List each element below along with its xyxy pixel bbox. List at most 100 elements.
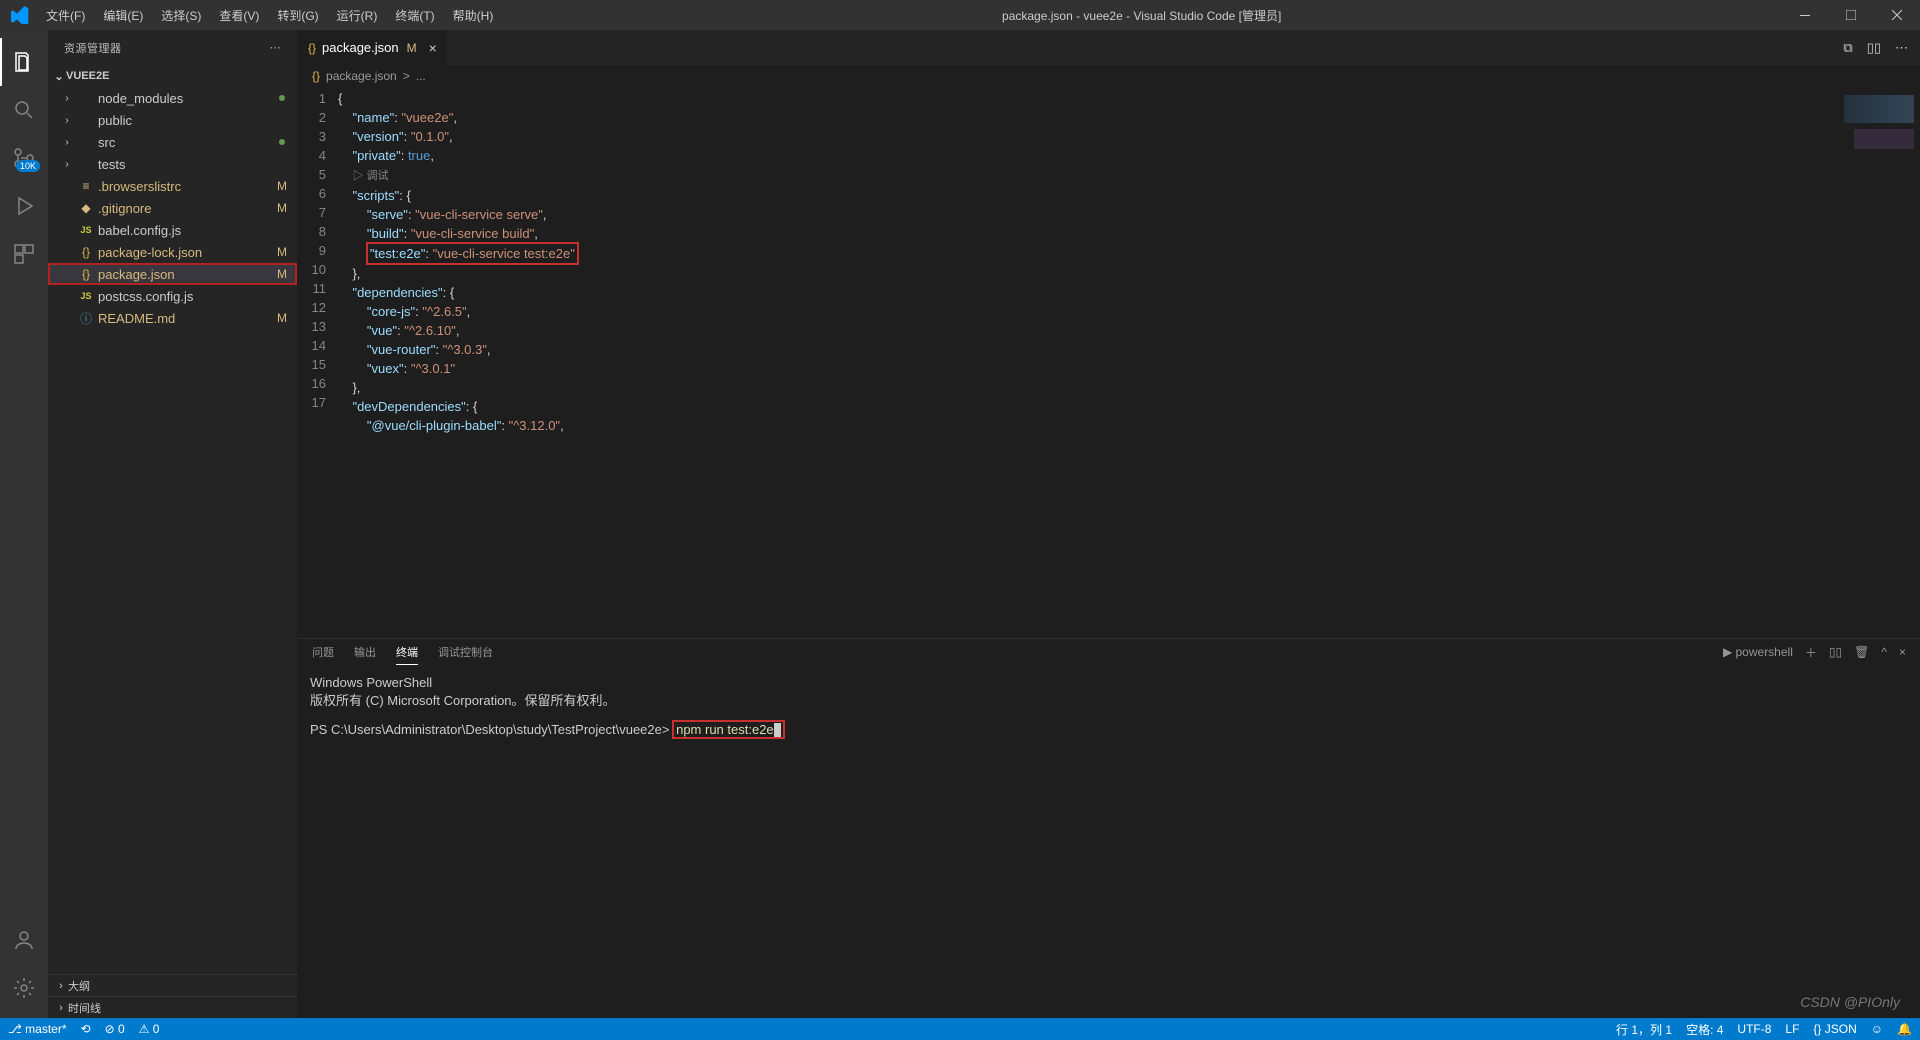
outline-section[interactable]: ›大纲 — [48, 974, 297, 996]
panel-tab-output[interactable]: 输出 — [354, 644, 376, 664]
tree-item-label: package.json — [98, 267, 297, 282]
folder-name: VUEE2E — [66, 70, 109, 82]
folder-header[interactable]: ⌄ VUEE2E — [48, 65, 297, 87]
tree-folder[interactable]: ›public — [48, 109, 297, 131]
status-warnings[interactable]: ⚠ 0 — [139, 1022, 160, 1036]
status-errors[interactable]: ⊘ 0 — [105, 1022, 125, 1036]
tree-file[interactable]: JSpostcss.config.js — [48, 285, 297, 307]
main-area: 10K 资源管理器 ⋯ ⌄ VUEE2E ›node_modu — [0, 30, 1920, 1018]
terminal[interactable]: Windows PowerShell 版权所有 (C) Microsoft Co… — [298, 669, 1920, 1018]
status-eol[interactable]: LF — [1785, 1022, 1799, 1036]
tree-folder[interactable]: ›node_modules — [48, 87, 297, 109]
titlebar: 文件(F) 编辑(E) 选择(S) 查看(V) 转到(G) 运行(R) 终端(T… — [0, 0, 1920, 30]
editor[interactable]: 1234567891011121314151617 { "name": "vue… — [298, 87, 1920, 638]
file-tree: ›node_modules›public›src›tests ≡ .browsers… — [48, 87, 297, 974]
menu-go[interactable]: 转到(G) — [269, 3, 326, 28]
file-icon: ⓘ — [78, 310, 94, 327]
line-gutter: 1234567891011121314151617 — [298, 87, 338, 638]
terminal-command-highlight: npm run test:e2e — [673, 721, 784, 738]
status-sync-icon[interactable]: ⟲ — [81, 1022, 91, 1036]
tree-folder[interactable]: ›tests — [48, 153, 297, 175]
json-icon: {} — [308, 41, 316, 55]
panel: 问题 输出 终端 调试控制台 ▶ powershell ＋ ▯▯ 🗑 ^ × W… — [298, 638, 1920, 1018]
panel-tab-problems[interactable]: 问题 — [312, 644, 334, 664]
sidebar-more-icon[interactable]: ⋯ — [270, 41, 282, 54]
activity-search-icon[interactable] — [0, 86, 48, 134]
activity-account-icon[interactable] — [0, 916, 48, 964]
scm-badge: 10K — [16, 160, 40, 172]
status-encoding[interactable]: UTF-8 — [1737, 1022, 1771, 1036]
status-bell-icon[interactable]: 🔔 — [1897, 1022, 1912, 1036]
activity-extensions-icon[interactable] — [0, 230, 48, 278]
tree-item-label: tests — [98, 157, 297, 172]
split-icon[interactable]: ▯▯ — [1867, 40, 1881, 56]
status-line-col[interactable]: 行 1，列 1 — [1616, 1021, 1672, 1038]
tree-file[interactable]: {}package.jsonM — [48, 263, 297, 285]
status-language[interactable]: {} JSON — [1813, 1022, 1856, 1036]
tree-file[interactable]: ⓘ README.mdM — [48, 307, 297, 329]
minimize-button[interactable] — [1782, 0, 1828, 30]
minimap[interactable] — [1830, 87, 1920, 638]
activity-settings-icon[interactable] — [0, 964, 48, 1012]
breadcrumb[interactable]: {} package.json > ... — [298, 65, 1920, 87]
code-content[interactable]: { "name": "vuee2e", "version": "0.1.0", … — [338, 87, 1920, 638]
menu-run[interactable]: 运行(R) — [329, 3, 386, 28]
tree-folder[interactable]: ›src — [48, 131, 297, 153]
statusbar: ⎇ master* ⟲ ⊘ 0 ⚠ 0 行 1，列 1 空格: 4 UTF-8 … — [0, 1018, 1920, 1040]
activity-debug-icon[interactable] — [0, 182, 48, 230]
tree-file[interactable]: JSbabel.config.js — [48, 219, 297, 241]
tree-file[interactable]: {}package-lock.jsonM — [48, 241, 297, 263]
maximize-button[interactable] — [1828, 0, 1874, 30]
activitybar: 10K — [0, 30, 48, 1018]
menubar: 文件(F) 编辑(E) 选择(S) 查看(V) 转到(G) 运行(R) 终端(T… — [38, 3, 501, 28]
json-icon: {} — [312, 69, 320, 83]
panel-close-icon[interactable]: × — [1899, 645, 1906, 663]
tree-item-label: README.md — [98, 311, 297, 326]
tab-modified-badge: M — [407, 41, 417, 55]
menu-help[interactable]: 帮助(H) — [445, 3, 502, 28]
panel-tab-debug-console[interactable]: 调试控制台 — [438, 644, 493, 664]
menu-selection[interactable]: 选择(S) — [153, 3, 209, 28]
panel-maximize-icon[interactable]: ^ — [1881, 645, 1887, 663]
window-controls — [1782, 0, 1920, 30]
terminal-split-icon[interactable]: ▯▯ — [1829, 645, 1842, 663]
tree-item-label: postcss.config.js — [98, 289, 297, 304]
editor-panel-split: 1234567891011121314151617 { "name": "vue… — [298, 87, 1920, 1018]
menu-edit[interactable]: 编辑(E) — [95, 3, 151, 28]
panel-tab-terminal[interactable]: 终端 — [396, 644, 418, 665]
timeline-section[interactable]: ›时间线 — [48, 996, 297, 1018]
close-button[interactable] — [1874, 0, 1920, 30]
breadcrumb-file: package.json — [326, 69, 397, 83]
status-spaces[interactable]: 空格: 4 — [1686, 1021, 1723, 1038]
activity-explorer-icon[interactable] — [0, 38, 48, 86]
menu-file[interactable]: 文件(F) — [38, 3, 93, 28]
panel-tabs: 问题 输出 终端 调试控制台 ▶ powershell ＋ ▯▯ 🗑 ^ × — [298, 639, 1920, 669]
status-feedback-icon[interactable]: ☺ — [1871, 1022, 1883, 1036]
tab-package-json[interactable]: {} package.json M × — [298, 30, 448, 65]
tree-item-label: src — [98, 135, 297, 150]
modified-badge: M — [277, 179, 287, 193]
terminal-new-icon[interactable]: ＋ — [1805, 644, 1817, 665]
tree-file[interactable]: ≡ .browserslistrcM — [48, 175, 297, 197]
modified-badge: M — [277, 267, 287, 281]
more-icon[interactable]: ⋯ — [1895, 40, 1908, 56]
terminal-kill-icon[interactable]: 🗑 — [1854, 645, 1869, 663]
activity-scm-icon[interactable]: 10K — [0, 134, 48, 182]
tree-item-label: babel.config.js — [98, 223, 297, 238]
modified-badge: M — [277, 311, 287, 325]
tree-file[interactable]: ◆.gitignoreM — [48, 197, 297, 219]
window-title: package.json - vuee2e - Visual Studio Co… — [501, 7, 1782, 24]
terminal-shell-label[interactable]: ▶ powershell — [1723, 645, 1793, 663]
terminal-cursor — [774, 723, 781, 737]
menu-terminal[interactable]: 终端(T) — [387, 3, 442, 28]
compare-icon[interactable]: ⧉ — [1843, 40, 1852, 56]
chevron-down-icon: ⌄ — [52, 70, 66, 83]
tab-close-icon[interactable]: × — [429, 40, 437, 56]
menu-view[interactable]: 查看(V) — [211, 3, 267, 28]
file-icon: ≡ — [78, 179, 94, 193]
terminal-prompt: PS C:\Users\Administrator\Desktop\study\… — [310, 722, 669, 737]
tree-item-label: package-lock.json — [98, 245, 297, 260]
tree-item-label: .browserslistrc — [98, 179, 297, 194]
tab-label: package.json — [322, 40, 399, 55]
status-branch[interactable]: ⎇ master* — [8, 1022, 67, 1036]
